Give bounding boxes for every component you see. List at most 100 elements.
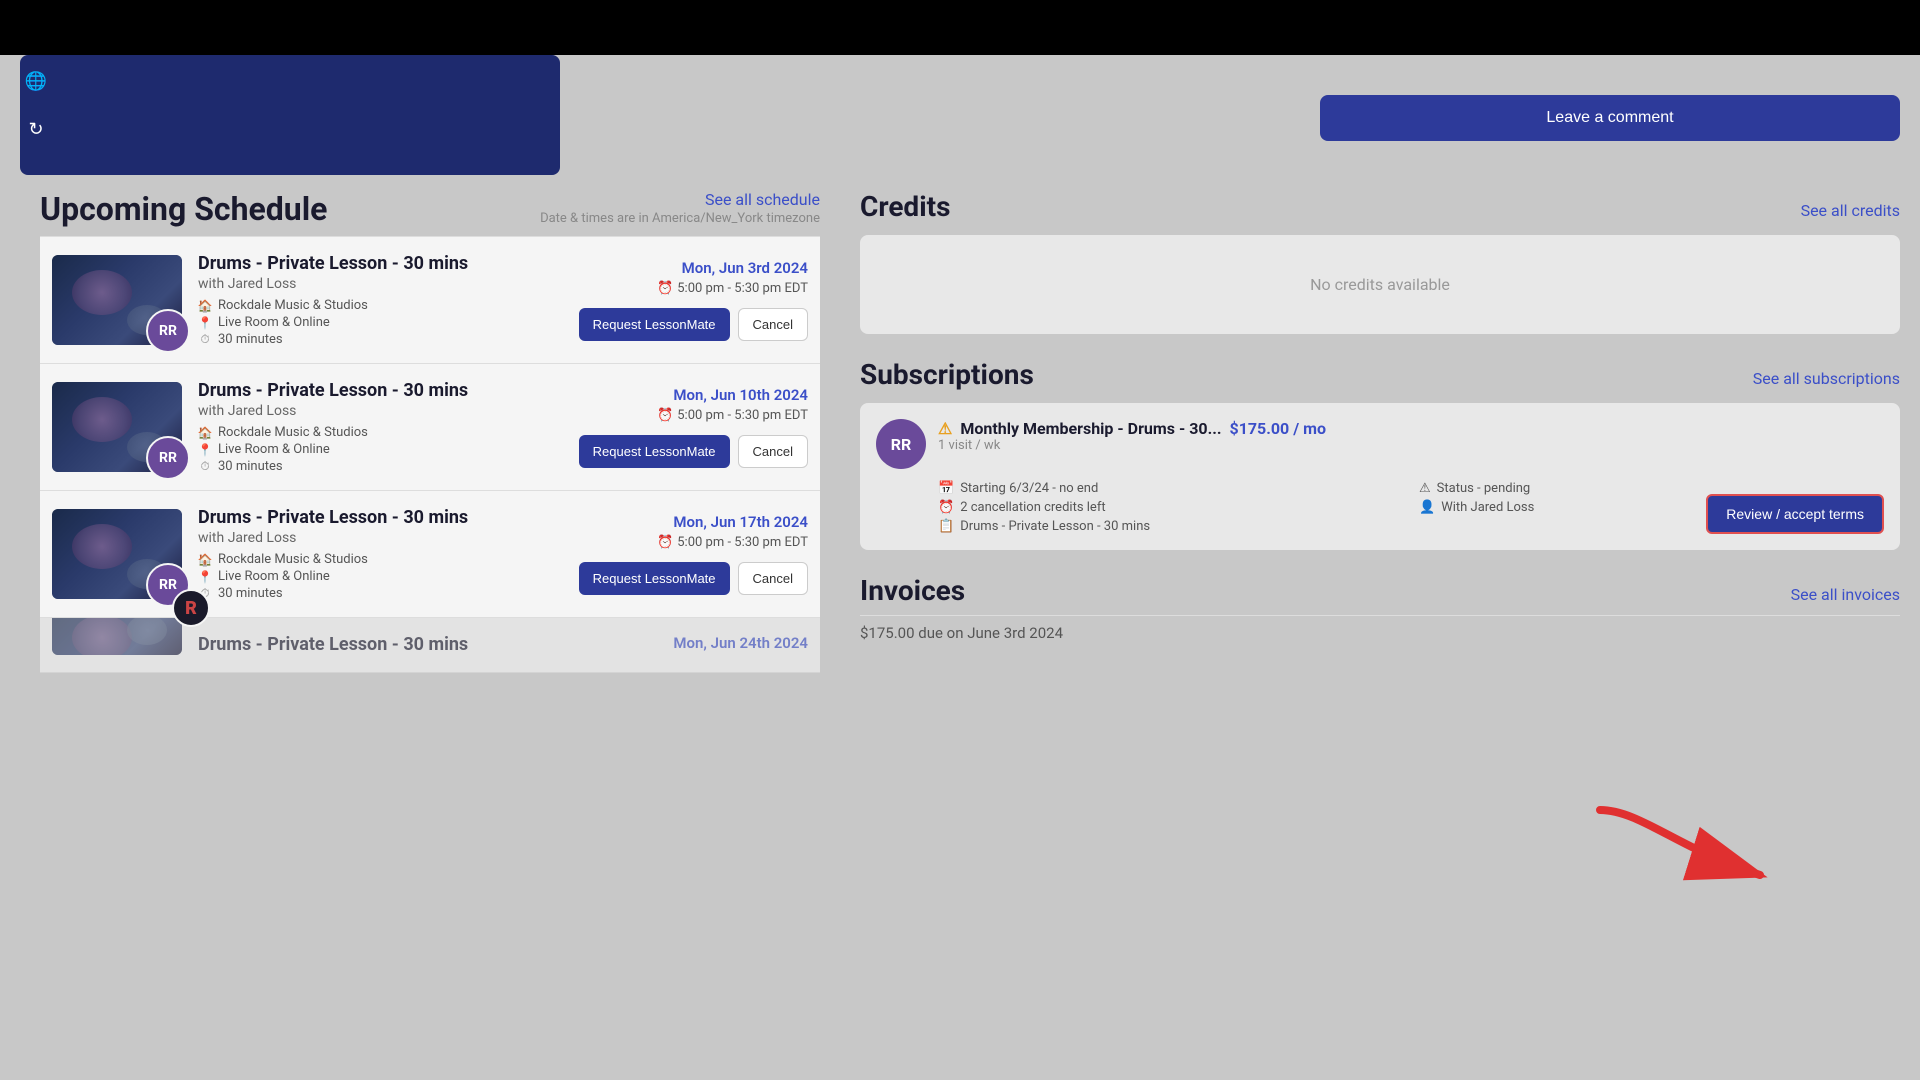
- time-icon: ⏰: [657, 408, 673, 423]
- lesson-info: Drums - Private Lesson - 30 mins with Ja…: [198, 380, 563, 474]
- time-icon: ⏰: [657, 281, 673, 296]
- subscription-card-top: RR ⚠ Monthly Membership - Drums - 30... …: [876, 419, 1884, 469]
- globe-icon[interactable]: 🌐: [20, 65, 52, 97]
- leave-comment-button[interactable]: Leave a comment: [1320, 95, 1900, 141]
- lesson-schedule: Mon, Jun 17th 2024 ⏰ 5:00 pm - 5:30 pm E…: [579, 513, 808, 595]
- see-all-subscriptions-link[interactable]: See all subscriptions: [1753, 369, 1900, 388]
- lesson-card: RR R Drums - Private Lesson - 30 mins wi…: [40, 491, 820, 618]
- request-lessonmate-button[interactable]: Request LessonMate: [579, 562, 730, 595]
- lesson-room: Live Room & Online: [218, 442, 330, 457]
- schedule-list: RR Drums - Private Lesson - 30 mins with…: [40, 236, 820, 673]
- right-panel: Credits See all credits No credits avail…: [840, 190, 1920, 1080]
- lesson-title: Drums - Private Lesson - 30 mins: [198, 253, 563, 274]
- schedule-title: Upcoming Schedule: [40, 190, 327, 228]
- cancel-button[interactable]: Cancel: [738, 308, 808, 341]
- subscriptions-header: Subscriptions See all subscriptions: [860, 358, 1900, 391]
- lesson-room-row: 📍 Live Room & Online: [198, 442, 563, 457]
- lesson-title: Drums - Private Lesson - 30 mins: [198, 634, 592, 655]
- invoices-section: Invoices See all invoices $175.00 due on…: [860, 574, 1900, 650]
- invoice-item: $175.00 due on June 3rd 2024: [860, 615, 1900, 650]
- lesson-instructor: with Jared Loss: [198, 403, 563, 419]
- map-icon: 📍: [198, 443, 212, 457]
- subscription-card: RR ⚠ Monthly Membership - Drums - 30... …: [860, 403, 1900, 550]
- status-icon: ⚠: [1419, 481, 1431, 496]
- avatar: RR: [146, 436, 190, 480]
- cancel-button[interactable]: Cancel: [738, 435, 808, 468]
- review-accept-terms-button[interactable]: Review / accept terms: [1706, 494, 1884, 534]
- lesson-details: 🏠 Rockdale Music & Studios 📍 Live Room &…: [198, 425, 563, 474]
- lesson-date: Mon, Jun 10th 2024: [579, 386, 808, 404]
- no-credits-box: No credits available: [860, 235, 1900, 334]
- warning-icon: ⚠: [938, 419, 952, 438]
- lesson-room-row: 📍 Live Room & Online: [198, 315, 563, 330]
- lesson-time: ⏰ 5:00 pm - 5:30 pm EDT: [579, 281, 808, 296]
- subscriptions-section: Subscriptions See all subscriptions RR ⚠…: [860, 358, 1900, 550]
- lesson-details: 🏠 Rockdale Music & Studios 📍 Live Room &…: [198, 298, 563, 347]
- time-icon: ⏰: [938, 500, 954, 515]
- see-all-schedule-link[interactable]: See all schedule: [705, 190, 820, 209]
- lesson-card: RR Drums - Private Lesson - 30 mins with…: [40, 364, 820, 491]
- lesson-date: Mon, Jun 24th 2024: [608, 634, 808, 652]
- subscription-frequency: 1 visit / wk: [938, 438, 1884, 453]
- lesson-instructor: with Jared Loss: [198, 276, 563, 292]
- subscription-info: ⚠ Monthly Membership - Drums - 30... $17…: [938, 419, 1884, 453]
- refresh-icon[interactable]: ↻: [20, 113, 52, 145]
- lesson-actions: Request LessonMate Cancel: [579, 435, 808, 468]
- lesson-schedule: Mon, Jun 10th 2024 ⏰ 5:00 pm - 5:30 pm E…: [579, 386, 808, 468]
- request-lessonmate-button[interactable]: Request LessonMate: [579, 435, 730, 468]
- subscription-cancellations: ⏰ 2 cancellation credits left: [938, 500, 1403, 515]
- cancel-button[interactable]: Cancel: [738, 562, 808, 595]
- lesson-time: ⏰ 5:00 pm - 5:30 pm EDT: [579, 408, 808, 423]
- lesson-duration-row: ⏱ 30 minutes: [198, 586, 563, 601]
- lesson-duration: 30 minutes: [218, 459, 283, 474]
- lesson-room-row: 📍 Live Room & Online: [198, 569, 563, 584]
- schedule-timezone: Date & times are in America/New_York tim…: [540, 211, 820, 226]
- location-icon: 🏠: [198, 426, 212, 440]
- person-icon: 👤: [1419, 500, 1435, 515]
- time-icon: ⏰: [657, 535, 673, 550]
- left-header-panel: [20, 55, 560, 175]
- lesson-card: RR Drums - Private Lesson - 30 mins with…: [40, 236, 820, 364]
- calendar-icon: 📅: [938, 481, 954, 496]
- see-all-invoices-link[interactable]: See all invoices: [1791, 585, 1900, 604]
- invoices-header: Invoices See all invoices: [860, 574, 1900, 607]
- schedule-header: Upcoming Schedule See all schedule Date …: [40, 190, 820, 228]
- lesson-icon: 📋: [938, 519, 954, 534]
- lesson-thumbnail: RR R: [52, 509, 182, 599]
- lesson-location: Rockdale Music & Studios: [218, 298, 368, 313]
- subscription-avatar: RR: [876, 419, 926, 469]
- top-bar: [0, 0, 1920, 55]
- invoices-title: Invoices: [860, 574, 965, 607]
- schedule-panel: Upcoming Schedule See all schedule Date …: [20, 190, 840, 1080]
- clock-icon: ⏱: [198, 333, 212, 347]
- clock-icon: ⏱: [198, 460, 212, 474]
- lesson-schedule: Mon, Jun 24th 2024: [608, 634, 808, 656]
- lesson-location-row: 🏠 Rockdale Music & Studios: [198, 425, 563, 440]
- lesson-time: ⏰ 5:00 pm - 5:30 pm EDT: [579, 535, 808, 550]
- location-icon: 🏠: [198, 299, 212, 313]
- location-icon: 🏠: [198, 553, 212, 567]
- subscriptions-title: Subscriptions: [860, 358, 1034, 391]
- lesson-title: Drums - Private Lesson - 30 mins: [198, 380, 563, 401]
- lesson-actions: Request LessonMate Cancel: [579, 562, 808, 595]
- subscription-price: $175.00 / mo: [1230, 419, 1327, 438]
- lesson-location: Rockdale Music & Studios: [218, 425, 368, 440]
- lesson-info: Drums - Private Lesson - 30 mins with Ja…: [198, 507, 563, 601]
- credits-header: Credits See all credits: [860, 190, 1900, 223]
- avatar: RR: [146, 309, 190, 353]
- lesson-actions: Request LessonMate Cancel: [579, 308, 808, 341]
- see-all-credits-link[interactable]: See all credits: [1801, 201, 1900, 220]
- lesson-room: Live Room & Online: [218, 569, 330, 584]
- map-icon: 📍: [198, 570, 212, 584]
- lesson-location: Rockdale Music & Studios: [218, 552, 368, 567]
- comment-area: Leave a comment: [1320, 95, 1900, 165]
- subscription-lesson-type: 📋 Drums - Private Lesson - 30 mins: [938, 519, 1403, 534]
- no-credits-text: No credits available: [1310, 275, 1450, 294]
- lesson-date: Mon, Jun 3rd 2024: [579, 259, 808, 277]
- lesson-thumbnail: RR: [52, 255, 182, 345]
- lesson-details: 🏠 Rockdale Music & Studios 📍 Live Room &…: [198, 552, 563, 601]
- lesson-location-row: 🏠 Rockdale Music & Studios: [198, 298, 563, 313]
- request-lessonmate-button[interactable]: Request LessonMate: [579, 308, 730, 341]
- lesson-title: Drums - Private Lesson - 30 mins: [198, 507, 563, 528]
- subscription-name: ⚠ Monthly Membership - Drums - 30... $17…: [938, 419, 1884, 438]
